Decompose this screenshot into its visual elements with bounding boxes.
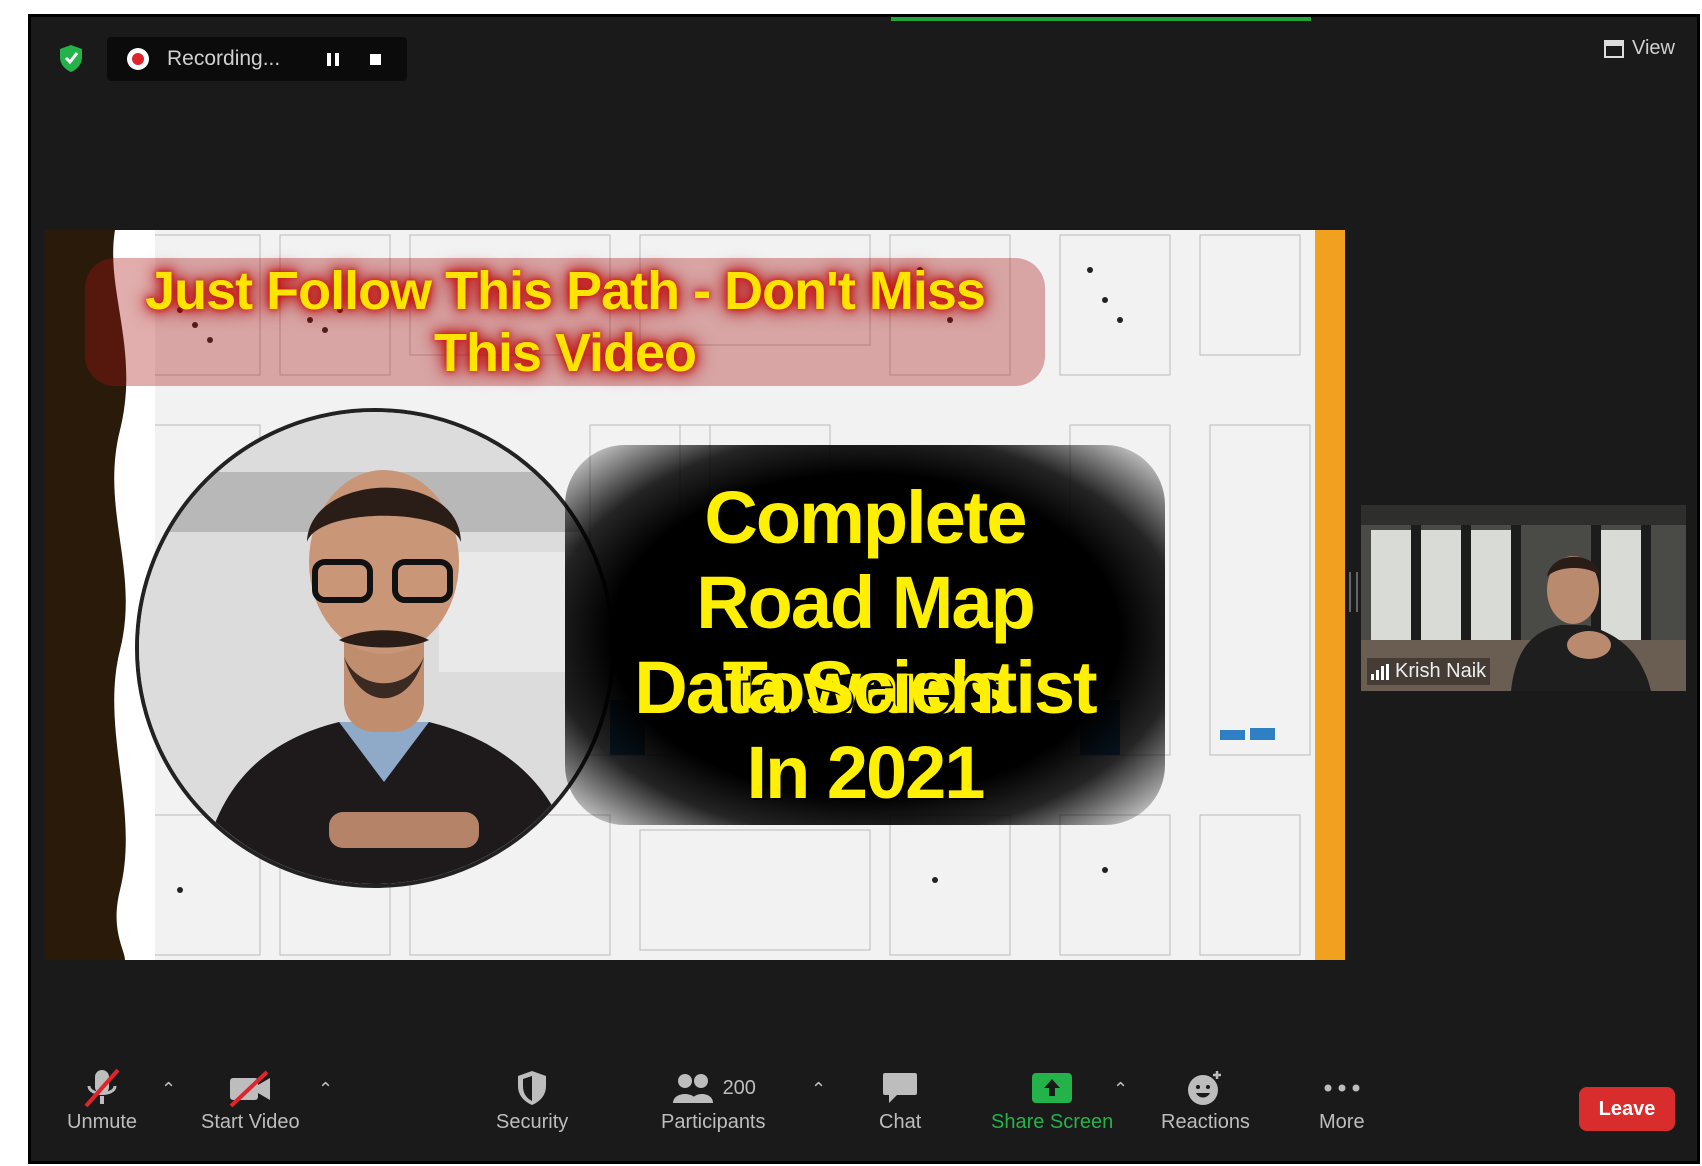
more-label: More [1319, 1111, 1365, 1133]
chat-button[interactable]: Chat [879, 1065, 921, 1134]
participant-name: Krish Naik [1395, 660, 1487, 682]
participant-video-tile[interactable]: Krish Naik [1361, 505, 1686, 691]
more-button[interactable]: More [1319, 1065, 1365, 1134]
recording-label: Recording... [167, 47, 281, 70]
presenter-portrait-image [135, 408, 615, 888]
shared-screen: Just Follow This Path - Don't Miss This … [45, 230, 1345, 960]
muted-microphone-icon [84, 1068, 120, 1108]
meeting-toolbar: Unmute ⌃ Start Video ⌃ Security 200 Part… [31, 1051, 1697, 1161]
chat-bubble-icon [883, 1073, 918, 1103]
slide-right-band [1315, 230, 1345, 960]
security-label: Security [496, 1111, 569, 1133]
reactions-emoji-icon [1188, 1071, 1222, 1105]
zoom-meeting-window: Recording... View Just Follow This Path … [28, 14, 1700, 1164]
audio-options-chevron-icon[interactable]: ⌃ [161, 1079, 176, 1100]
stop-recording-button[interactable] [357, 41, 393, 77]
recording-icon [127, 48, 149, 70]
leave-button[interactable]: Leave [1579, 1087, 1675, 1131]
share-screen-label: Share Screen [991, 1111, 1114, 1133]
participants-label: Participants [661, 1111, 766, 1133]
recording-bar: Recording... [107, 37, 407, 81]
headline-line-4: In 2021 [746, 731, 986, 814]
share-options-chevron-icon[interactable]: ⌃ [1113, 1079, 1128, 1100]
start-video-label: Start Video [201, 1111, 300, 1133]
resize-handle[interactable] [1349, 572, 1358, 612]
signal-strength-icon [1371, 663, 1389, 680]
pause-recording-button[interactable] [315, 41, 351, 77]
security-button[interactable]: Security [496, 1065, 568, 1134]
sharing-indicator-strip [891, 17, 1311, 21]
view-grid-icon [1604, 39, 1624, 58]
headline-line-3: Data Scientist [634, 646, 1097, 729]
headline-line-1: Complete [704, 476, 1027, 559]
share-screen-icon [1032, 1073, 1073, 1103]
slide-headline: Complete Road Map Towards Data Scientist… [565, 445, 1165, 825]
chat-label: Chat [879, 1111, 922, 1133]
participants-icon [672, 1074, 713, 1103]
unmute-button[interactable]: Unmute [67, 1065, 137, 1134]
start-video-button[interactable]: Start Video [201, 1065, 300, 1134]
share-screen-button[interactable]: Share Screen [991, 1065, 1113, 1134]
encryption-shield-icon[interactable] [57, 43, 85, 73]
security-shield-icon [518, 1071, 547, 1105]
unmute-label: Unmute [67, 1111, 138, 1133]
video-options-chevron-icon[interactable]: ⌃ [318, 1079, 333, 1100]
reactions-button[interactable]: Reactions [1161, 1065, 1250, 1134]
view-button[interactable]: View [1604, 37, 1675, 60]
slide-banner-title: Just Follow This Path - Don't Miss This … [85, 258, 1045, 386]
more-dots-icon [1324, 1084, 1360, 1092]
video-off-icon [229, 1070, 271, 1108]
participants-options-chevron-icon[interactable]: ⌃ [811, 1079, 826, 1100]
participants-button[interactable]: 200 Participants [661, 1065, 766, 1134]
participants-count: 200 [722, 1076, 756, 1099]
participant-name-tag: Krish Naik [1367, 658, 1491, 685]
view-label: View [1632, 37, 1675, 59]
reactions-label: Reactions [1161, 1111, 1250, 1133]
